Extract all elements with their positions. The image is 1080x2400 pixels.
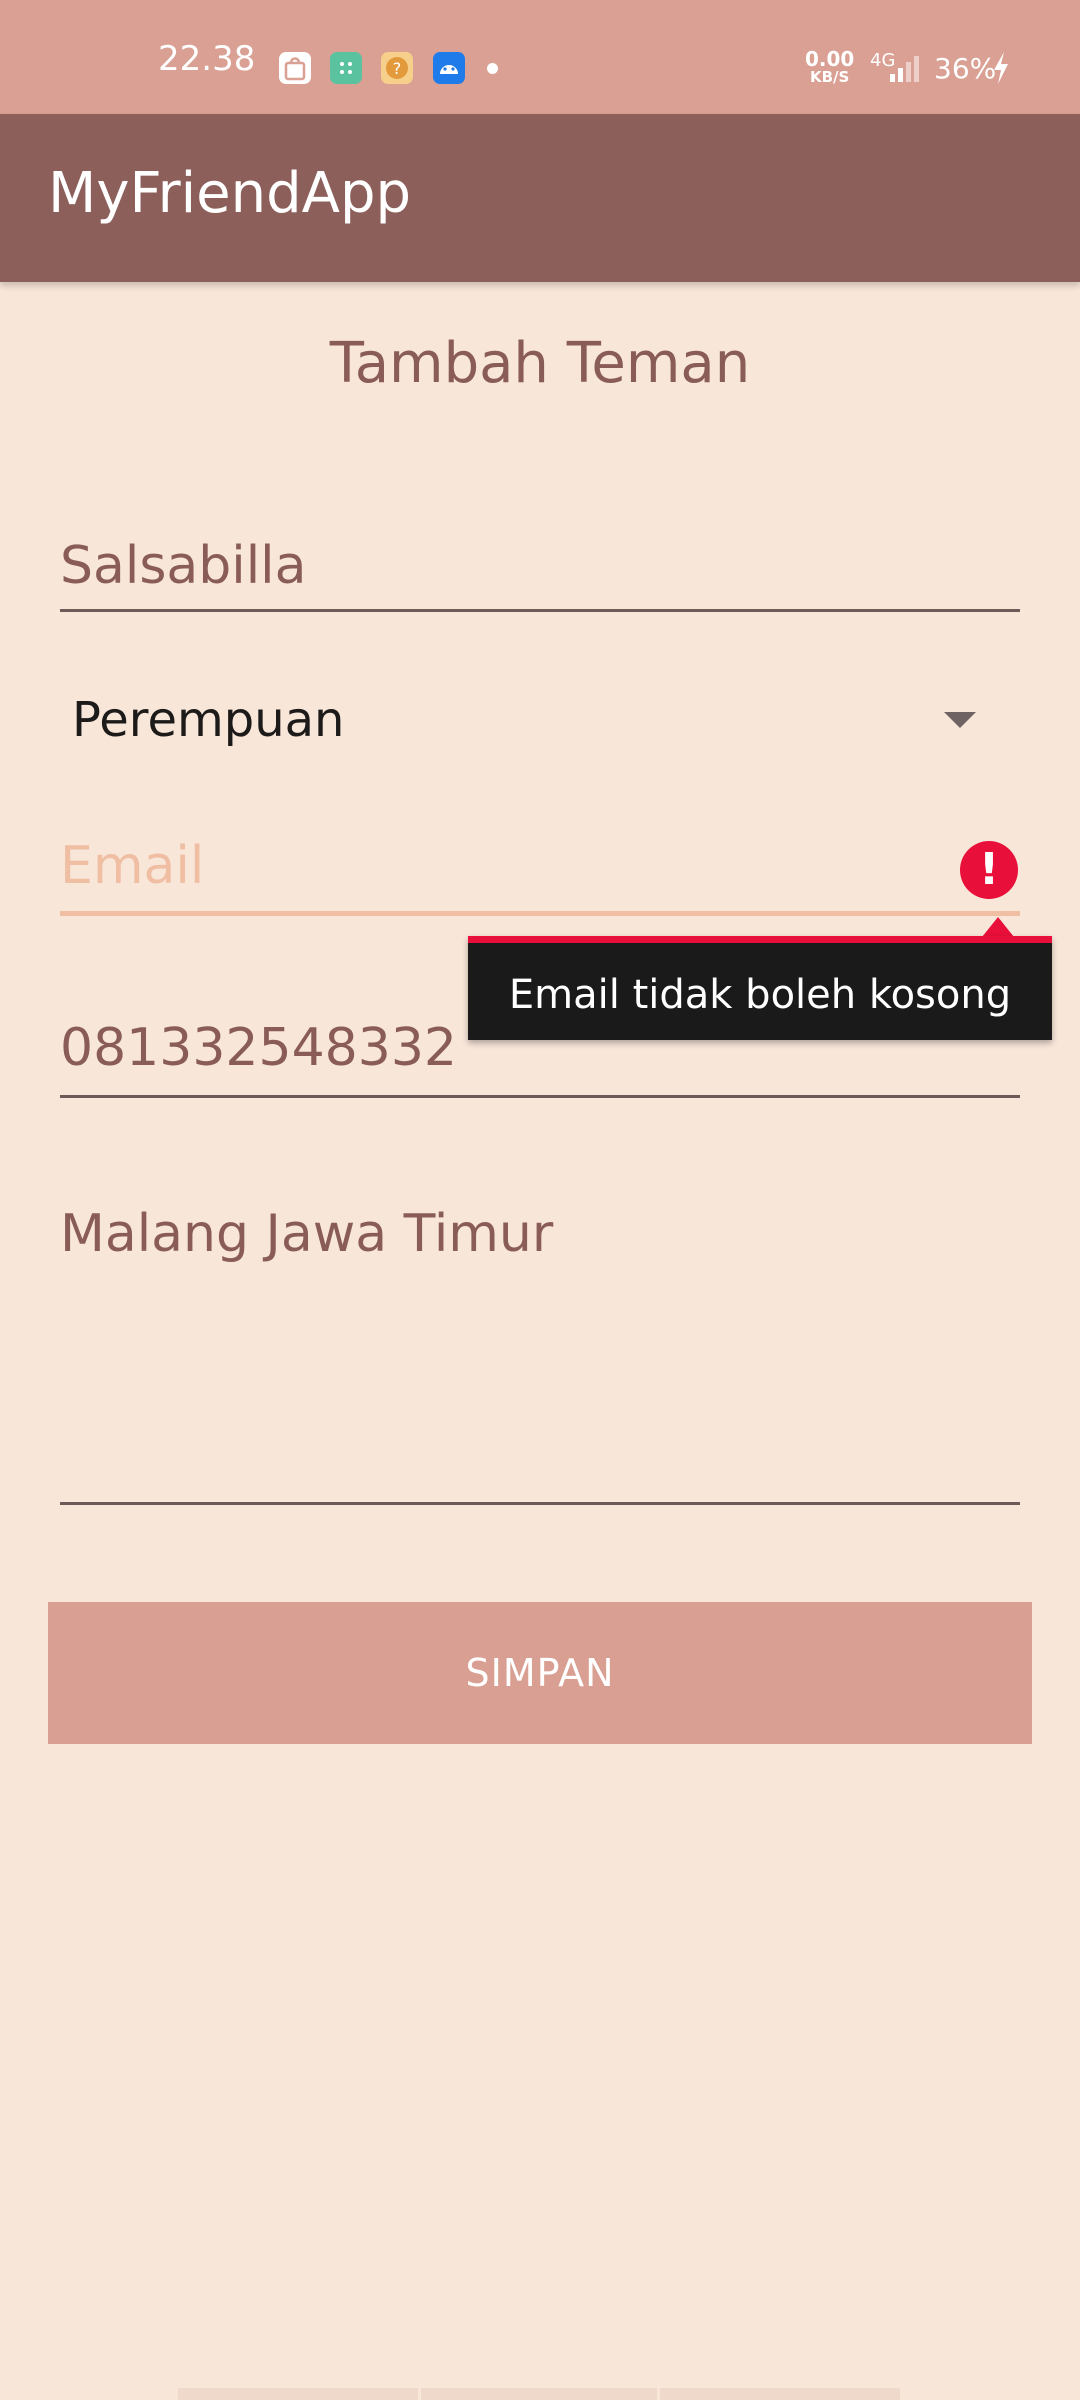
gender-spinner[interactable]: Perempuan xyxy=(60,688,1020,758)
net-speed: 0.00 KB/S xyxy=(805,49,854,86)
nav-hint-right xyxy=(660,2388,900,2400)
name-value: Salsabilla xyxy=(60,536,307,596)
charging-icon xyxy=(990,50,1012,86)
email-placeholder: Email xyxy=(60,836,205,896)
save-button[interactable]: SIMPAN xyxy=(48,1602,1032,1744)
tooltip-arrow xyxy=(982,917,1014,937)
phone-value: 081332548332 xyxy=(60,1018,458,1078)
shopee-icon xyxy=(279,52,311,84)
dropdown-arrow-icon xyxy=(944,712,976,728)
page-title: Tambah Teman xyxy=(329,331,751,396)
nav-hint-left xyxy=(178,2388,418,2400)
address-underline xyxy=(60,1502,1020,1505)
svg-text:?: ? xyxy=(393,59,402,78)
status-bar: 22.38 ? 0.00 KB/S 4G 36% xyxy=(0,0,1080,114)
signal-icon xyxy=(888,52,928,84)
app-bar: MyFriendApp xyxy=(0,114,1080,282)
battery-level: 36% xyxy=(934,52,997,85)
nav-hint-center xyxy=(421,2388,657,2400)
notification-dot-icon xyxy=(487,63,498,74)
phone-field[interactable]: 081332548332 xyxy=(60,1022,1020,1098)
address-value: Malang Jawa Timur xyxy=(60,1204,554,1264)
email-underline xyxy=(60,911,1020,916)
game-icon: ? xyxy=(381,52,413,84)
android-icon xyxy=(433,52,465,84)
phone-underline xyxy=(60,1095,1020,1098)
name-underline xyxy=(60,609,1020,612)
net-speed-unit: KB/S xyxy=(810,68,850,86)
gender-value: Perempuan xyxy=(72,692,345,748)
name-field[interactable]: Salsabilla xyxy=(60,540,1020,612)
status-time: 22.38 xyxy=(158,39,256,79)
error-icon: ! xyxy=(960,841,1018,899)
app-icon xyxy=(330,52,362,84)
app-title: MyFriendApp xyxy=(48,161,412,226)
